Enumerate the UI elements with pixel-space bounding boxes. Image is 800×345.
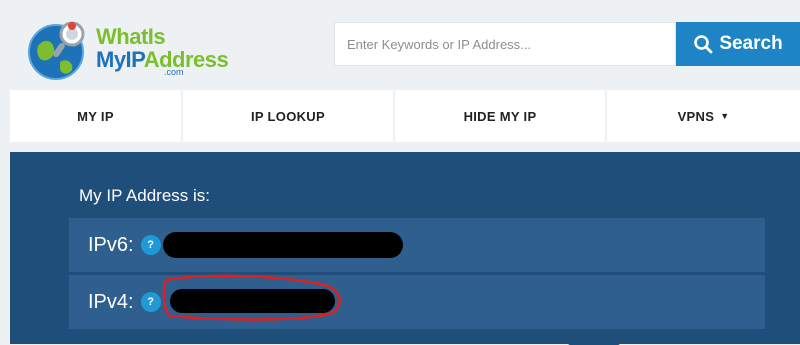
red-highlight-annotation (162, 274, 341, 321)
nav-item-ip-lookup[interactable]: IP LOOKUP (183, 90, 395, 142)
site-logo[interactable]: WhatIs MyIPAddress .com (26, 14, 246, 82)
search-icon (694, 35, 713, 54)
chevron-down-icon: ▼ (720, 111, 730, 121)
logo-line-2-myip: MyIP (96, 47, 144, 72)
nav-item-label: HIDE MY IP (463, 108, 537, 124)
main-nav: MY IP IP LOOKUP HIDE MY IP VPNS ▼ (10, 90, 800, 142)
ip-address-heading: My IP Address is: (79, 186, 211, 205)
search-input[interactable] (334, 22, 676, 66)
panel-pointer-notch (568, 329, 620, 345)
search-button[interactable]: Search (676, 22, 800, 66)
site-header: WhatIs MyIPAddress .com Search (0, 0, 800, 90)
logo-suffix: .com (164, 67, 184, 77)
nav-item-label: VPNS (677, 108, 715, 124)
logo-line-1: WhatIs (96, 24, 166, 49)
logo-line-2: MyIPAddress (96, 47, 229, 72)
ipv4-label: IPv4: (88, 290, 134, 313)
ipv6-help-icon[interactable]: ? (140, 235, 161, 255)
ipv4-help-icon[interactable]: ? (140, 292, 161, 312)
nav-item-vpns[interactable]: VPNS ▼ (607, 90, 800, 142)
nav-item-label: MY IP (77, 108, 114, 124)
nav-item-hide-my-ip[interactable]: HIDE MY IP (395, 90, 607, 142)
logo-line-2-address: Address (143, 47, 229, 72)
search-button-label: Search (719, 33, 783, 54)
nav-item-my-ip[interactable]: MY IP (10, 90, 183, 142)
logo-wordmark: WhatIs MyIPAddress (96, 24, 229, 72)
ipv6-value-redacted (163, 232, 403, 258)
globe-logo-icon (28, 21, 85, 80)
ipv6-label: IPv6: (88, 233, 134, 256)
nav-item-label: IP LOOKUP (251, 108, 325, 124)
